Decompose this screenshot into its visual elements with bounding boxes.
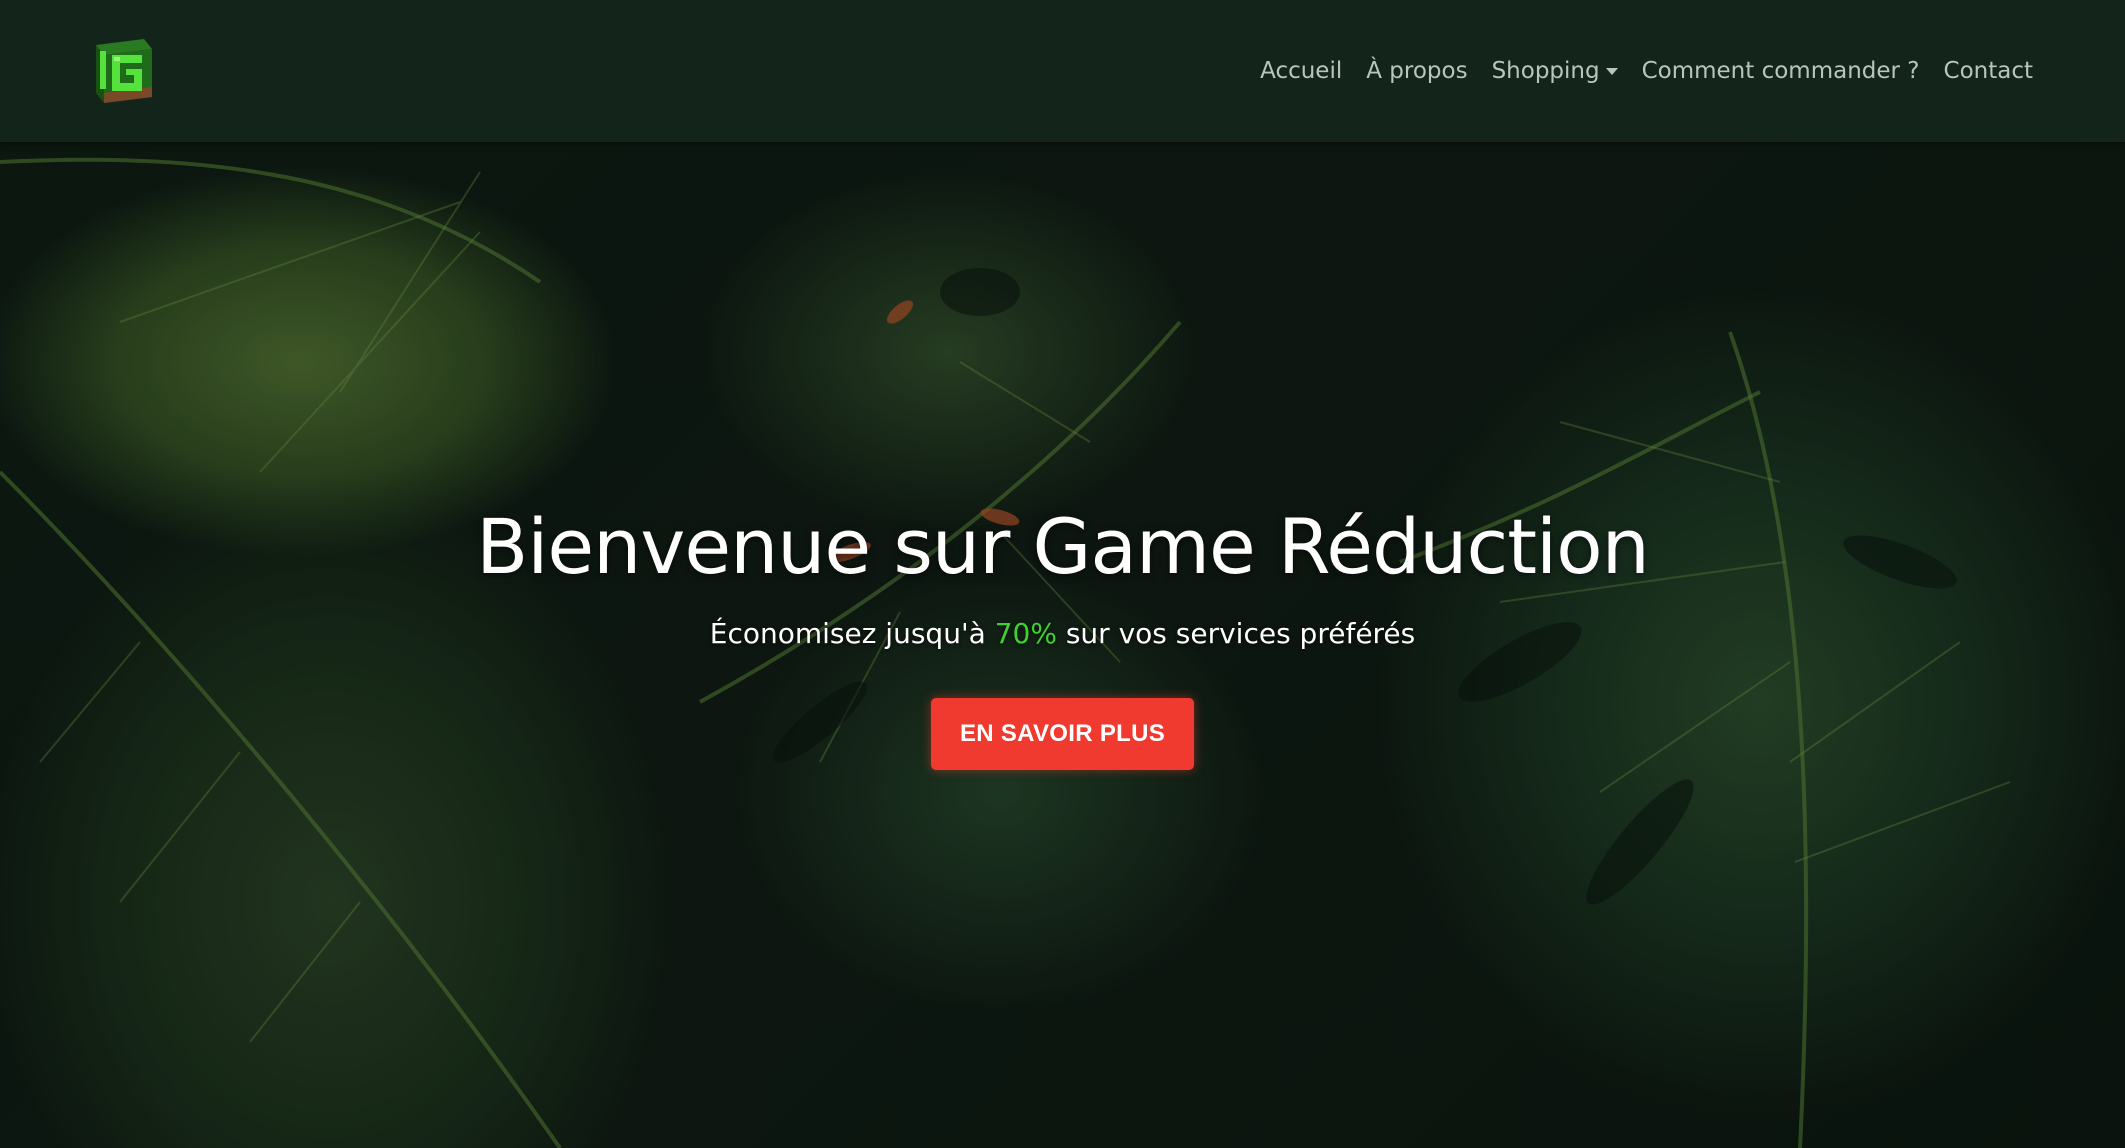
hero-subtitle: Économisez jusqu'à 70% sur vos services … <box>710 617 1416 650</box>
nav-shopping-label: Shopping <box>1491 58 1600 84</box>
nav-contact[interactable]: Contact <box>1932 58 2045 84</box>
hero-subtitle-end: sur vos services préférés <box>1056 617 1416 650</box>
nav-comment-commander[interactable]: Comment commander ? <box>1630 58 1932 84</box>
learn-more-button[interactable]: EN SAVOIR PLUS <box>930 698 1195 770</box>
nav-menu: Accueil À propos Shopping Comment comman… <box>1248 58 2045 84</box>
nav-accueil[interactable]: Accueil <box>1248 58 1354 84</box>
nav-a-propos[interactable]: À propos <box>1354 58 1479 84</box>
nav-shopping-dropdown[interactable]: Shopping <box>1480 58 1630 84</box>
hero-subtitle-discount: 70% <box>994 617 1057 650</box>
hero-subtitle-start: Économisez jusqu'à <box>709 617 995 650</box>
hero-section: Bienvenue sur Game Réduction Économisez … <box>0 142 2125 1148</box>
brand-logo-link[interactable] <box>88 35 160 107</box>
hero-title: Bienvenue sur Game Réduction <box>476 502 1650 591</box>
game-reduction-logo-icon <box>96 39 152 103</box>
hero-content: Bienvenue sur Game Réduction Économisez … <box>0 142 2125 1148</box>
top-navbar: Accueil À propos Shopping Comment comman… <box>0 0 2125 142</box>
caret-down-icon <box>1605 67 1618 75</box>
